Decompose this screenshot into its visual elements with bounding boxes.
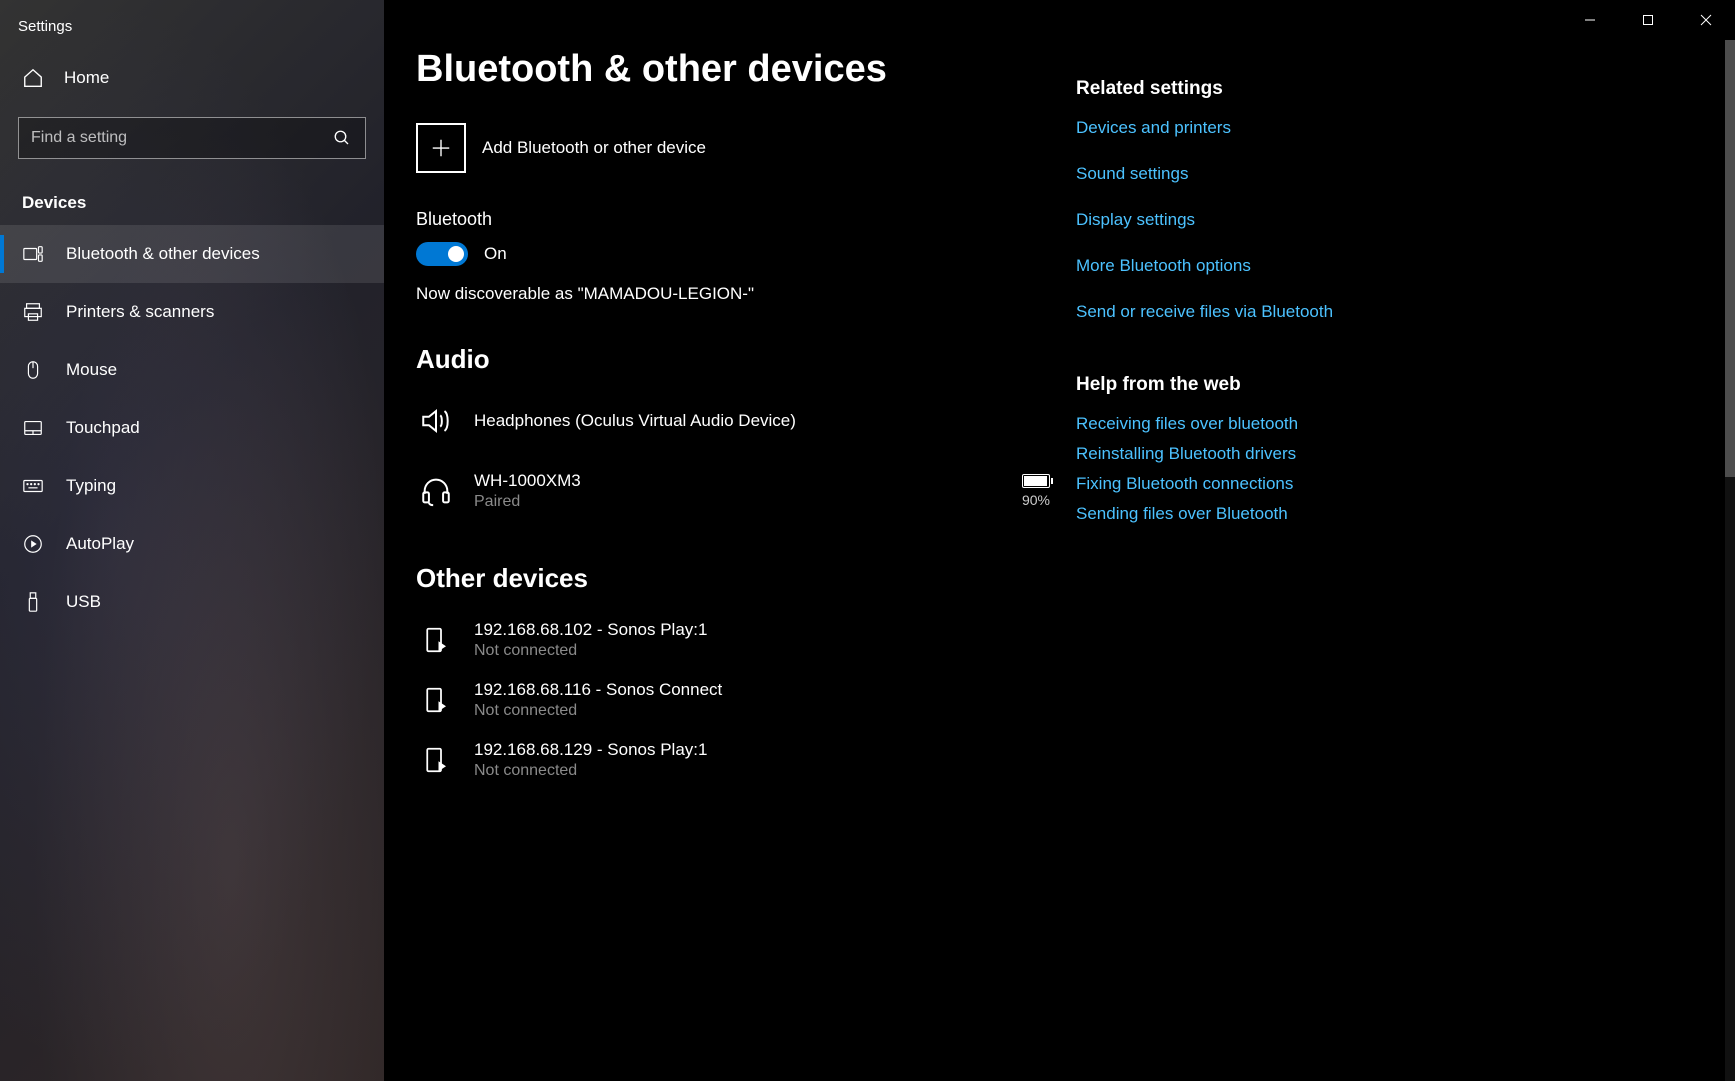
mouse-icon	[22, 359, 44, 381]
link-sending-files[interactable]: Sending files over Bluetooth	[1076, 504, 1695, 524]
other-device-row[interactable]: 192.168.68.102 - Sonos Play:1 Not connec…	[416, 610, 1056, 670]
help-links: Receiving files over bluetooth Reinstall…	[1076, 414, 1695, 524]
sidebar-item-bluetooth[interactable]: Bluetooth & other devices	[0, 225, 384, 283]
bluetooth-toggle[interactable]	[416, 242, 468, 266]
scrollbar-thumb[interactable]	[1725, 40, 1735, 477]
cast-device-icon	[416, 620, 456, 660]
link-more-bluetooth-options[interactable]: More Bluetooth options	[1076, 256, 1695, 276]
headset-icon	[416, 471, 456, 511]
audio-heading: Audio	[416, 344, 1056, 375]
search-box[interactable]	[18, 117, 366, 159]
device-name: WH-1000XM3	[474, 471, 1004, 491]
bluetooth-devices-icon	[22, 243, 44, 265]
speaker-icon	[416, 401, 456, 441]
search-icon	[331, 127, 353, 149]
scrollbar[interactable]	[1725, 40, 1735, 1081]
add-device-button[interactable]: Add Bluetooth or other device	[416, 123, 1056, 173]
discoverable-text: Now discoverable as "MAMADOU-LEGION-"	[416, 284, 1056, 304]
sidebar-item-touchpad[interactable]: Touchpad	[0, 399, 384, 457]
sidebar-item-autoplay[interactable]: AutoPlay	[0, 515, 384, 573]
settings-window: Settings Home Devices	[0, 0, 1735, 1081]
battery-percent: 90%	[1022, 492, 1050, 508]
related-settings-heading: Related settings	[1076, 78, 1695, 100]
link-sound-settings[interactable]: Sound settings	[1076, 164, 1695, 184]
link-send-receive-files[interactable]: Send or receive files via Bluetooth	[1076, 302, 1695, 322]
help-heading: Help from the web	[1076, 374, 1695, 396]
link-devices-printers[interactable]: Devices and printers	[1076, 118, 1695, 138]
sidebar-item-label: Bluetooth & other devices	[66, 244, 260, 264]
sidebar-item-label: Mouse	[66, 360, 117, 380]
sidebar-item-label: Printers & scanners	[66, 302, 214, 322]
sidebar-item-printers[interactable]: Printers & scanners	[0, 283, 384, 341]
home-icon	[22, 67, 44, 89]
home-label: Home	[64, 68, 109, 88]
bluetooth-heading: Bluetooth	[416, 209, 1056, 230]
link-receiving-files[interactable]: Receiving files over bluetooth	[1076, 414, 1695, 434]
sidebar-item-label: Touchpad	[66, 418, 140, 438]
main-content: Bluetooth & other devices Add Bluetooth …	[384, 0, 1735, 1081]
device-name: 192.168.68.102 - Sonos Play:1	[474, 620, 1056, 640]
sidebar: Settings Home Devices	[0, 0, 384, 1081]
window-controls	[1561, 0, 1735, 40]
cast-device-icon	[416, 740, 456, 780]
related-links: Devices and printers Sound settings Disp…	[1076, 118, 1695, 322]
home-button[interactable]: Home	[0, 53, 384, 103]
other-device-row[interactable]: 192.168.68.129 - Sonos Play:1 Not connec…	[416, 730, 1056, 790]
app-title: Settings	[0, 8, 384, 53]
search-input[interactable]	[31, 129, 331, 147]
sidebar-item-typing[interactable]: Typing	[0, 457, 384, 515]
keyboard-icon	[22, 475, 44, 497]
device-status: Not connected	[474, 642, 1056, 660]
page-title: Bluetooth & other devices	[416, 48, 1056, 91]
bluetooth-state-label: On	[484, 244, 507, 264]
sidebar-item-usb[interactable]: USB	[0, 573, 384, 631]
cast-device-icon	[416, 680, 456, 720]
device-name: 192.168.68.116 - Sonos Connect	[474, 680, 1056, 700]
link-display-settings[interactable]: Display settings	[1076, 210, 1695, 230]
other-device-row[interactable]: 192.168.68.116 - Sonos Connect Not conne…	[416, 670, 1056, 730]
audio-device-row[interactable]: Headphones (Oculus Virtual Audio Device)	[416, 391, 1056, 451]
touchpad-icon	[22, 417, 44, 439]
device-name: Headphones (Oculus Virtual Audio Device)	[474, 411, 1056, 431]
minimize-button[interactable]	[1561, 0, 1619, 40]
audio-device-row[interactable]: WH-1000XM3 Paired 90%	[416, 461, 1056, 521]
usb-icon	[22, 591, 44, 613]
battery-indicator: 90%	[1022, 474, 1056, 508]
device-status: Not connected	[474, 762, 1056, 780]
link-fixing-connections[interactable]: Fixing Bluetooth connections	[1076, 474, 1695, 494]
device-name: 192.168.68.129 - Sonos Play:1	[474, 740, 1056, 760]
device-status: Paired	[474, 493, 1004, 511]
link-reinstalling-drivers[interactable]: Reinstalling Bluetooth drivers	[1076, 444, 1695, 464]
close-button[interactable]	[1677, 0, 1735, 40]
maximize-button[interactable]	[1619, 0, 1677, 40]
sidebar-item-label: USB	[66, 592, 101, 612]
sidebar-item-mouse[interactable]: Mouse	[0, 341, 384, 399]
sidebar-group-header: Devices	[0, 169, 384, 225]
printer-icon	[22, 301, 44, 323]
plus-icon	[416, 123, 466, 173]
autoplay-icon	[22, 533, 44, 555]
other-devices-heading: Other devices	[416, 563, 1056, 594]
sidebar-nav: Bluetooth & other devices Printers & sca…	[0, 225, 384, 631]
sidebar-item-label: AutoPlay	[66, 534, 134, 554]
battery-icon	[1022, 474, 1050, 488]
sidebar-item-label: Typing	[66, 476, 116, 496]
device-status: Not connected	[474, 702, 1056, 720]
add-device-label: Add Bluetooth or other device	[482, 138, 706, 158]
